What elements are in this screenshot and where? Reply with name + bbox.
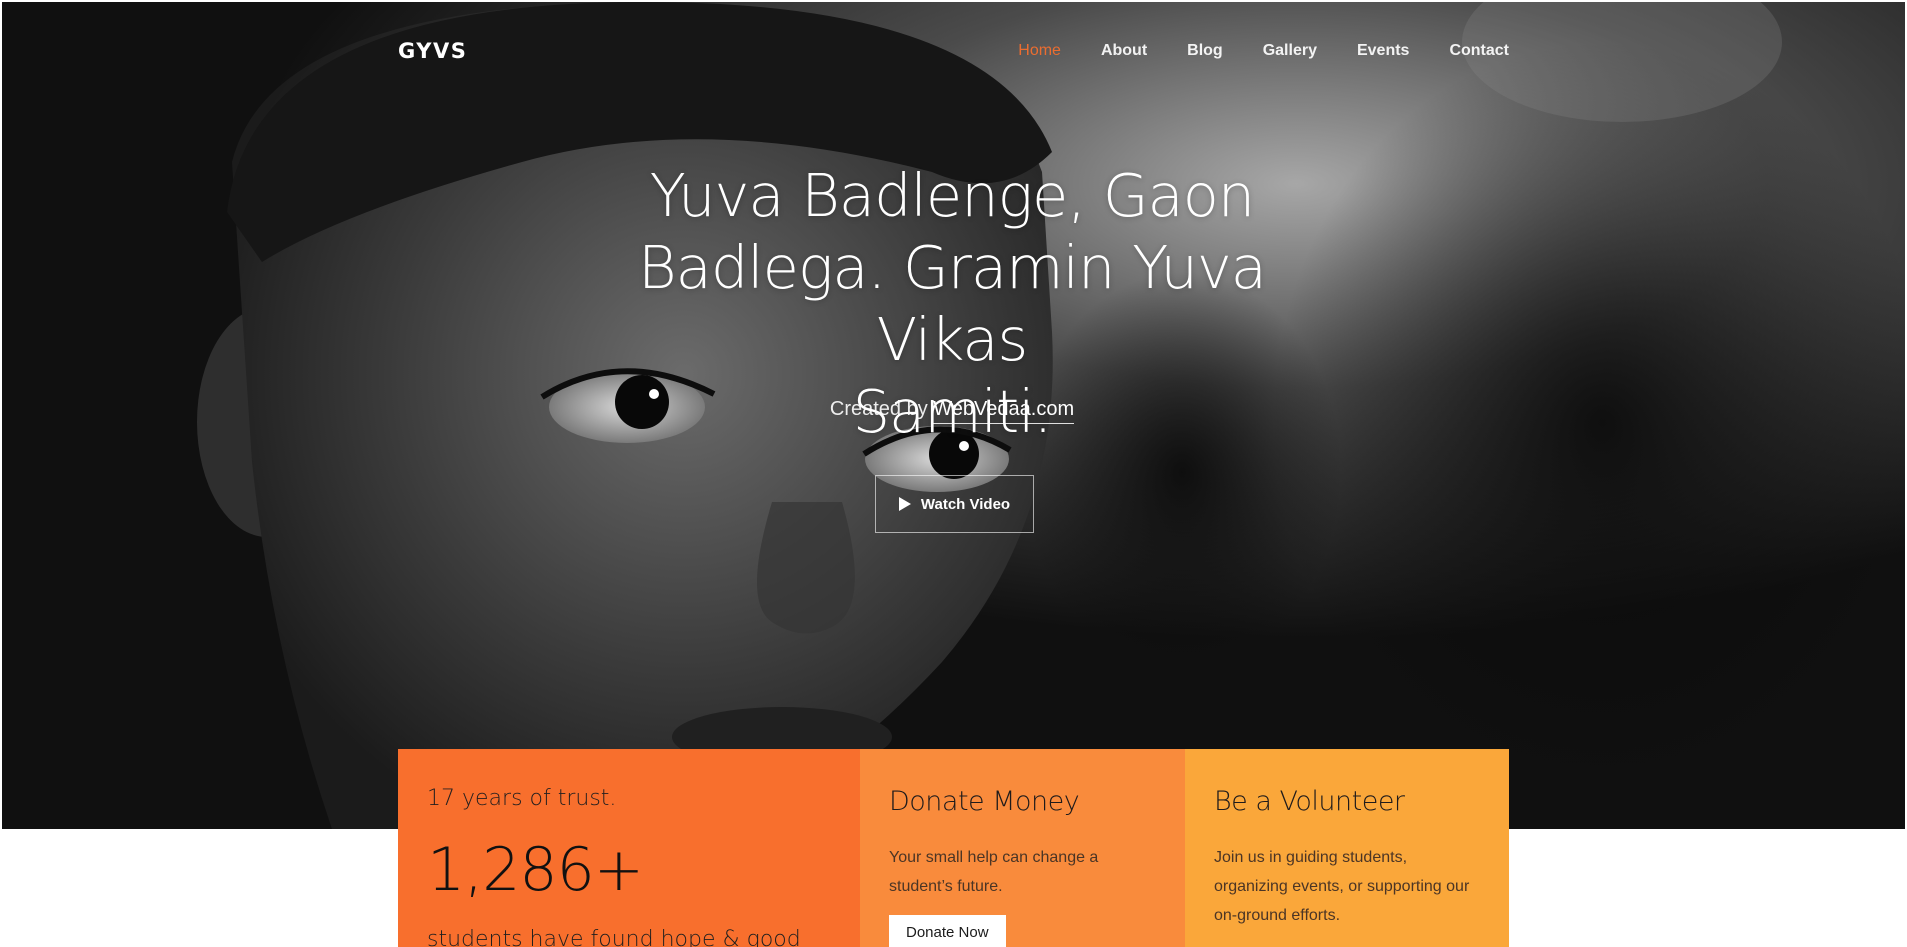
donate-now-button[interactable]: Donate Now xyxy=(889,915,1006,947)
trust-card: 17 years of trust. 1,286+ students have … xyxy=(398,749,860,947)
trust-title: 17 years of trust. xyxy=(427,786,617,811)
credit-prefix: Created by xyxy=(829,398,928,420)
watch-video-label: Watch Video xyxy=(920,495,1011,513)
nav-item-home[interactable]: Home xyxy=(1018,42,1061,60)
main-nav: GYVS Home About Blog Gallery Events Cont… xyxy=(398,36,1509,66)
play-icon xyxy=(898,497,911,511)
donate-text: Your small help can change a student’s f… xyxy=(889,849,1099,895)
volunteer-text: Join us in guiding students, organizing … xyxy=(1214,849,1470,924)
volunteer-title: Be a Volunteer xyxy=(1214,786,1405,817)
hero-title-line: Badlega. Gramin Yuva Vikas xyxy=(638,233,1267,374)
credit-link[interactable]: WebVedaa.com xyxy=(933,398,1075,424)
brand-logo[interactable]: GYVS xyxy=(398,39,467,63)
student-count: 1,286+ xyxy=(427,835,644,905)
trust-partial-text: students have found hope & good xyxy=(427,927,801,947)
donate-card: Donate Money Your small help can change … xyxy=(860,749,1185,947)
donate-title: Donate Money xyxy=(889,786,1080,817)
hero-credit: Created by WebVedaa.com xyxy=(622,398,1282,424)
watch-video-button[interactable]: Watch Video xyxy=(875,475,1034,533)
volunteer-card: Be a Volunteer Join us in guiding studen… xyxy=(1185,749,1509,947)
nav-item-about[interactable]: About xyxy=(1101,42,1147,60)
nav-item-contact[interactable]: Contact xyxy=(1449,42,1509,60)
nav-item-blog[interactable]: Blog xyxy=(1187,42,1223,60)
nav-menu: Home About Blog Gallery Events Contact xyxy=(1018,42,1509,60)
feature-cards: 17 years of trust. 1,286+ students have … xyxy=(398,749,1509,947)
nav-item-events[interactable]: Events xyxy=(1357,42,1409,60)
hero-title-line: Yuva Badlenge, Gaon xyxy=(649,161,1255,230)
nav-item-gallery[interactable]: Gallery xyxy=(1263,42,1317,60)
hero-section: GYVS Home About Blog Gallery Events Cont… xyxy=(2,2,1905,829)
